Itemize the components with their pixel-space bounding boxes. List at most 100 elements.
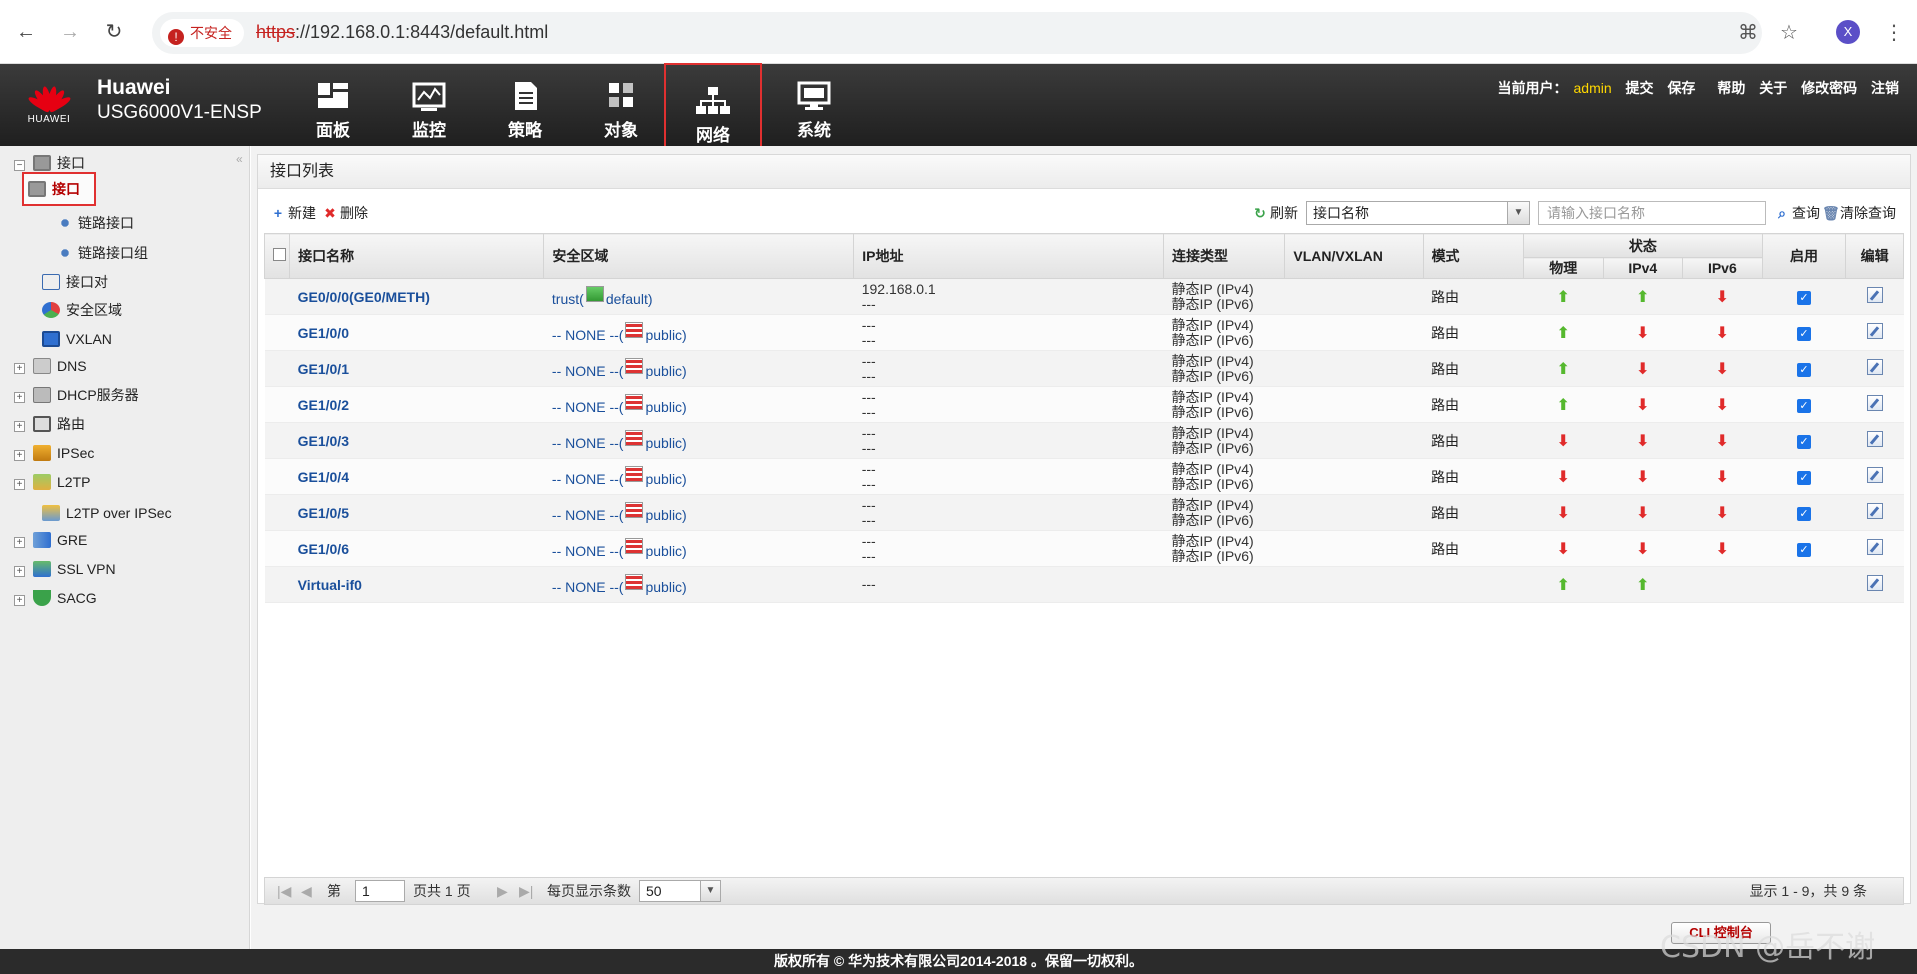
address-bar[interactable]: ! 不安全 https://192.168.0.1:8443/default.ht… bbox=[152, 12, 1798, 54]
sidebar-item-dhcp[interactable]: + DHCP服务器 bbox=[14, 384, 139, 406]
tab-system[interactable]: 系统 bbox=[770, 68, 858, 146]
table-row[interactable]: GE1/0/4 -- NONE --(public) --- --- 静态IP (… bbox=[264, 458, 1904, 495]
edit-icon[interactable] bbox=[1866, 467, 1883, 483]
edit-icon[interactable] bbox=[1866, 539, 1883, 555]
col-zone[interactable]: 安全区域 bbox=[543, 233, 855, 279]
interface-name-link[interactable]: GE1/0/1 bbox=[298, 361, 349, 377]
expand-toggle-icon[interactable]: + bbox=[14, 479, 25, 490]
interface-name-link[interactable]: GE1/0/4 bbox=[298, 469, 349, 485]
expand-toggle-icon[interactable]: + bbox=[14, 363, 25, 374]
refresh-button[interactable]: ↻ 刷新 bbox=[1252, 201, 1298, 225]
select-all-checkbox[interactable] bbox=[273, 248, 286, 261]
page-number-input[interactable]: 1 bbox=[355, 880, 405, 902]
table-row[interactable]: Virtual-if0 -- NONE --(public) --- ⬆ ⬆ bbox=[264, 566, 1904, 603]
table-row[interactable]: GE1/0/0 -- NONE --(public) --- --- 静态IP (… bbox=[264, 314, 1904, 351]
prev-page-icon[interactable]: ◀ bbox=[301, 878, 312, 904]
reload-icon[interactable]: ↻ bbox=[100, 18, 128, 46]
tab-policy[interactable]: 策略 bbox=[481, 68, 569, 146]
tab-dashboard[interactable]: 面板 bbox=[289, 68, 377, 146]
expand-toggle-icon[interactable]: + bbox=[14, 566, 25, 577]
sidebar-item-l2tp-over-ipsec[interactable]: L2TP over IPSec bbox=[42, 502, 172, 524]
forward-icon[interactable]: → bbox=[56, 18, 84, 46]
sidebar-item-l2tp[interactable]: + L2TP bbox=[14, 471, 90, 493]
url-text[interactable]: https://192.168.0.1:8443/default.html bbox=[256, 22, 548, 43]
sidebar-item-interface[interactable]: 接口 bbox=[22, 172, 96, 206]
enable-checkbox[interactable]: ✓ bbox=[1796, 291, 1811, 305]
page-size-select[interactable]: 50 ▼ bbox=[639, 880, 721, 902]
col-name[interactable]: 接口名称 bbox=[289, 233, 545, 279]
sidebar-item-interface-group[interactable]: − 接口 bbox=[14, 152, 85, 174]
interface-name-link[interactable]: GE1/0/5 bbox=[298, 505, 349, 521]
expand-toggle-icon[interactable]: + bbox=[14, 537, 25, 548]
insecure-badge[interactable]: ! 不安全 bbox=[160, 19, 244, 47]
enable-checkbox[interactable]: ✓ bbox=[1796, 327, 1811, 341]
interface-name-link[interactable]: GE0/0/0(GE0/METH) bbox=[298, 289, 430, 305]
table-row[interactable]: GE0/0/0(GE0/METH) trust(default) 192.168… bbox=[264, 278, 1904, 315]
first-page-icon[interactable]: |◀ bbox=[277, 878, 291, 904]
sidebar-item-link-group[interactable]: 链路接口组 bbox=[58, 242, 148, 264]
zone-link[interactable]: -- NONE --(public) bbox=[552, 538, 687, 559]
tab-object[interactable]: 对象 bbox=[577, 68, 665, 146]
enable-checkbox[interactable]: ✓ bbox=[1796, 363, 1811, 377]
zone-link[interactable]: -- NONE --(public) bbox=[552, 574, 687, 595]
query-button[interactable]: ⌕ 查询 bbox=[1774, 201, 1820, 225]
table-row[interactable]: GE1/0/2 -- NONE --(public) --- --- 静态IP (… bbox=[264, 386, 1904, 423]
edit-icon[interactable] bbox=[1866, 395, 1883, 411]
tab-network[interactable]: 网络 bbox=[664, 63, 762, 154]
next-page-icon[interactable]: ▶ bbox=[497, 878, 508, 904]
enable-checkbox[interactable]: ✓ bbox=[1796, 543, 1811, 557]
expand-toggle-icon[interactable]: + bbox=[14, 392, 25, 403]
save-link[interactable]: 保存 bbox=[1667, 80, 1695, 96]
about-link[interactable]: 关于 bbox=[1759, 80, 1787, 96]
col-mode[interactable]: 模式 bbox=[1422, 233, 1525, 279]
last-page-icon[interactable]: ▶| bbox=[519, 878, 533, 904]
sidebar-item-interface-pair[interactable]: 接口对 bbox=[42, 271, 108, 293]
back-icon[interactable]: ← bbox=[12, 18, 40, 46]
sidebar-item-sacg[interactable]: + SACG bbox=[14, 587, 97, 609]
zone-link[interactable]: -- NONE --(public) bbox=[552, 466, 687, 487]
enable-checkbox[interactable]: ✓ bbox=[1796, 435, 1811, 449]
interface-name-link[interactable]: GE1/0/3 bbox=[298, 433, 349, 449]
change-password-link[interactable]: 修改密码 bbox=[1801, 80, 1857, 96]
enable-checkbox[interactable]: ✓ bbox=[1796, 399, 1811, 413]
sidebar-item-dns[interactable]: + DNS bbox=[14, 355, 87, 377]
collapse-sidebar-icon[interactable]: « bbox=[236, 152, 243, 166]
delete-button[interactable]: ✖ 删除 bbox=[322, 201, 368, 225]
sidebar-item-ssl-vpn[interactable]: + SSL VPN bbox=[14, 558, 116, 580]
bookmark-star-icon[interactable]: ☆ bbox=[1780, 20, 1798, 45]
zone-link[interactable]: -- NONE --(public) bbox=[552, 394, 687, 415]
zone-link[interactable]: -- NONE --(public) bbox=[552, 430, 687, 451]
sidebar-item-gre[interactable]: + GRE bbox=[14, 529, 87, 551]
help-link[interactable]: 帮助 bbox=[1717, 80, 1745, 96]
interface-name-link[interactable]: GE1/0/0 bbox=[298, 325, 349, 341]
table-row[interactable]: GE1/0/1 -- NONE --(public) --- --- 静态IP (… bbox=[264, 350, 1904, 387]
col-ip[interactable]: IP地址 bbox=[853, 233, 1165, 279]
interface-name-link[interactable]: GE1/0/2 bbox=[298, 397, 349, 413]
search-input[interactable] bbox=[1538, 201, 1766, 225]
zone-link[interactable]: -- NONE --(public) bbox=[552, 358, 687, 379]
enable-checkbox[interactable]: ✓ bbox=[1796, 507, 1811, 521]
expand-toggle-icon[interactable]: + bbox=[14, 450, 25, 461]
zone-link[interactable]: -- NONE --(public) bbox=[552, 322, 687, 343]
interface-name-link[interactable]: GE1/0/6 bbox=[298, 541, 349, 557]
profile-avatar[interactable]: X bbox=[1836, 20, 1860, 44]
edit-icon[interactable] bbox=[1866, 287, 1883, 303]
tab-monitor[interactable]: 监控 bbox=[385, 68, 473, 146]
zone-link[interactable]: trust(default) bbox=[552, 286, 653, 307]
sidebar-item-link-interface[interactable]: 链路接口 bbox=[58, 212, 134, 234]
collapse-toggle-icon[interactable]: − bbox=[14, 160, 25, 171]
table-row[interactable]: GE1/0/3 -- NONE --(public) --- --- 静态IP (… bbox=[264, 422, 1904, 459]
table-row[interactable]: GE1/0/5 -- NONE --(public) --- --- 静态IP (… bbox=[264, 494, 1904, 531]
search-field-select[interactable]: 接口名称 ▼ bbox=[1306, 201, 1530, 225]
edit-icon[interactable] bbox=[1866, 431, 1883, 447]
edit-icon[interactable] bbox=[1866, 323, 1883, 339]
edit-icon[interactable] bbox=[1866, 575, 1883, 591]
sidebar-item-route[interactable]: + 路由 bbox=[14, 413, 85, 435]
table-row[interactable]: GE1/0/6 -- NONE --(public) --- --- 静态IP (… bbox=[264, 530, 1904, 567]
sidebar-item-vxlan[interactable]: VXLAN bbox=[42, 328, 112, 350]
logout-link[interactable]: 注销 bbox=[1871, 80, 1899, 96]
sidebar-item-ipsec[interactable]: + IPSec bbox=[14, 442, 94, 464]
new-button[interactable]: + 新建 bbox=[270, 201, 316, 225]
zone-link[interactable]: -- NONE --(public) bbox=[552, 502, 687, 523]
interface-name-link[interactable]: Virtual-if0 bbox=[298, 577, 362, 593]
